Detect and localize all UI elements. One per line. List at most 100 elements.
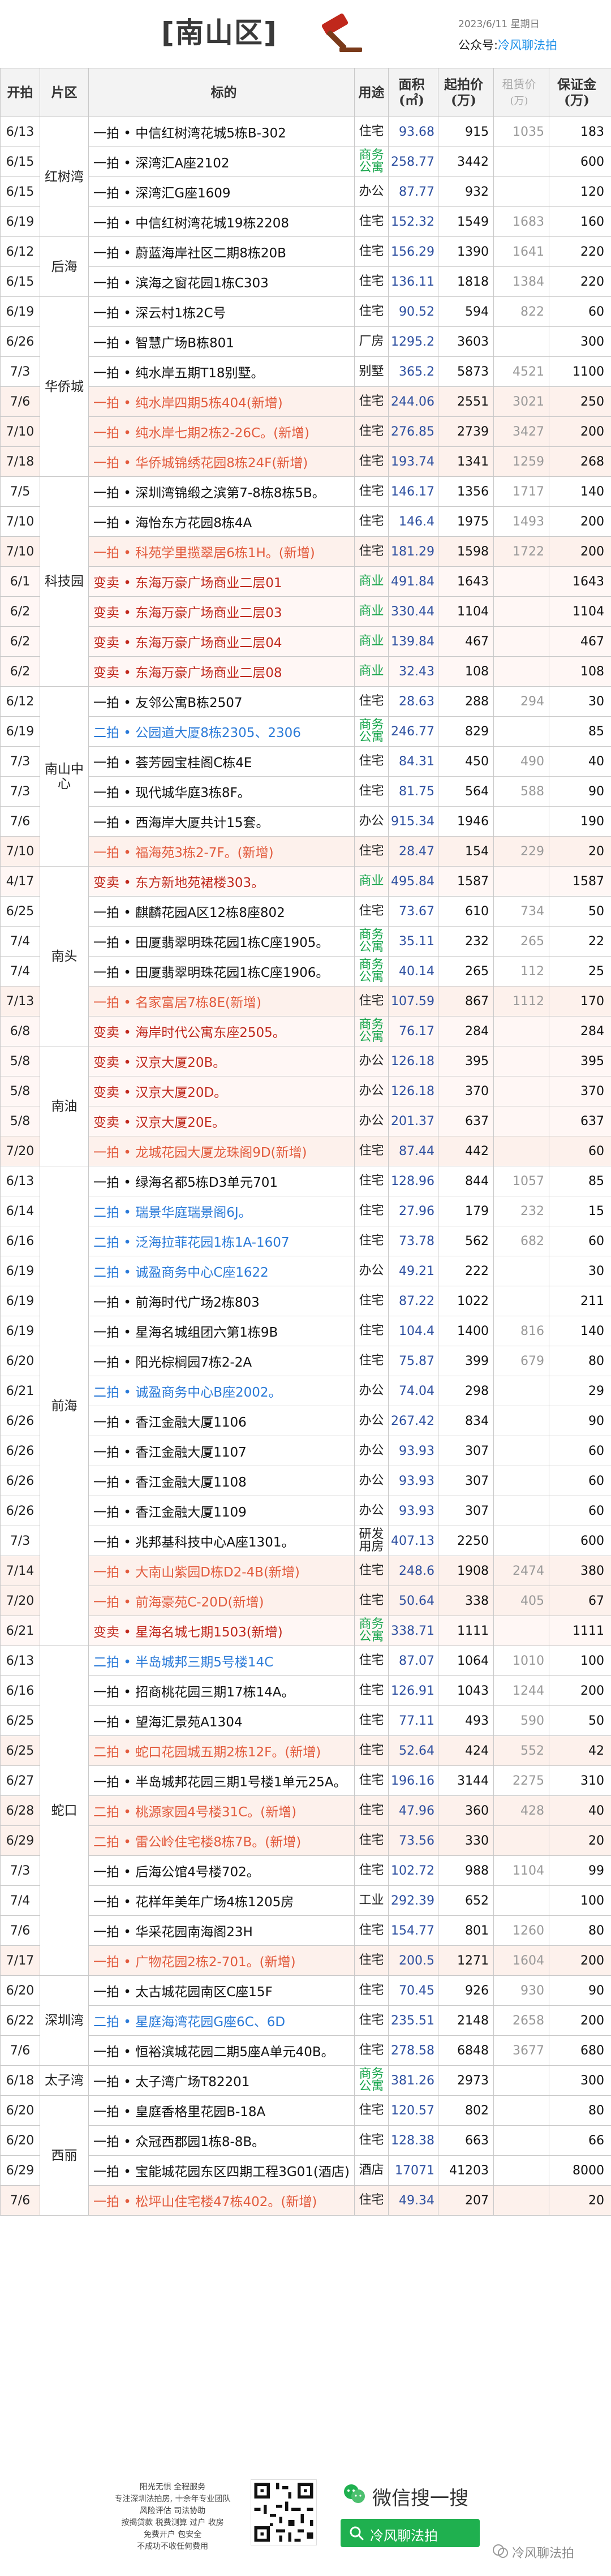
cell-sqm: 495.84 <box>388 866 438 897</box>
cell-deposit: 1100 <box>549 356 611 387</box>
cell-rent <box>493 2155 549 2186</box>
cell-use: 住宅 <box>354 2005 389 2036</box>
cell-use: 商务公寓 <box>354 716 389 747</box>
cell-rent <box>493 1526 549 1556</box>
cell-price: 467 <box>438 626 494 657</box>
cell-use: 住宅 <box>354 1226 389 1256</box>
cell-sqm: 181.29 <box>388 536 438 567</box>
cell-deposit: 190 <box>549 806 611 837</box>
cell-item: 一拍 • 后海公馆4号楼702。 <box>88 1855 355 1886</box>
cell-price: 2739 <box>438 416 494 447</box>
cell-sqm: 87.22 <box>388 1286 438 1316</box>
cell-date: 7/4 <box>0 926 40 957</box>
cell-sqm: 35.11 <box>388 926 438 957</box>
cell-price: 424 <box>438 1735 494 1766</box>
table-row: 7/10 一拍 • 纯水岸七期2栋2-26C。(新增) 住宅 276.85 2739 34… <box>0 416 611 447</box>
cell-item: 变卖 • 汉京大厦20E。 <box>88 1106 355 1136</box>
cell-use: 住宅 <box>354 1945 389 1976</box>
cell-sqm: 491.84 <box>388 566 438 597</box>
cell-deposit: 1643 <box>549 566 611 597</box>
cell-rent <box>493 2095 549 2126</box>
cell-use: 住宅 <box>354 986 389 1016</box>
cell-date: 6/26 <box>0 1436 40 1466</box>
cell-deposit: 90 <box>549 1975 611 2006</box>
cell-deposit: 60 <box>549 1466 611 1496</box>
cell-price: 988 <box>438 1855 494 1886</box>
cell-item: 一拍 • 兆邦基科技中心A座1301。 <box>88 1526 355 1556</box>
cell-use: 商业 <box>354 656 389 687</box>
cell-sqm: 246.77 <box>388 716 438 747</box>
cell-rent: 822 <box>493 296 549 327</box>
table-row: 6/21 变卖 • 星海名城七期1503(新增) 商务公寓 338.71 1111 111… <box>0 1616 611 1646</box>
cell-deposit: 220 <box>549 236 611 267</box>
cell-area: 科技园 <box>40 476 89 687</box>
cell-price: 1598 <box>438 536 494 567</box>
cell-sqm: 258.77 <box>388 147 438 177</box>
cell-deposit: 600 <box>549 1526 611 1556</box>
table-body: 6/13 红树湾 一拍 • 中信红树湾花城5栋B-302 住宅 93.68 915 1035… <box>0 117 611 2216</box>
table-row: 7/3 一拍 • 兆邦基科技中心A座1301。 研发用房 407.13 2250 600 <box>0 1526 611 1556</box>
cell-date: 5/8 <box>0 1106 40 1136</box>
cell-price: 2551 <box>438 386 494 417</box>
cell-rent: 232 <box>493 1196 549 1226</box>
cell-use: 住宅 <box>354 1346 389 1376</box>
cell-item: 一拍 • 花样年美年广场4栋1205房 <box>88 1885 355 1916</box>
cell-deposit: 268 <box>549 446 611 477</box>
table-row: 6/19 二拍 • 诚盈商务中心C座1622 办公 49.21 222 30 <box>0 1256 611 1286</box>
cell-deposit: 20 <box>549 2185 611 2216</box>
cell-rent: 1717 <box>493 476 549 507</box>
cell-deposit: 30 <box>549 1256 611 1286</box>
footer-tagline: 阳光无惧 全程服务 专注深圳法拍房, 十余年专业团队 风险评估 司法协助 按揭贷… <box>114 2483 231 2551</box>
cell-deposit: 50 <box>549 896 611 927</box>
account-label: 公众号: <box>458 38 498 52</box>
cell-price: 41203 <box>438 2155 494 2186</box>
cell-sqm: 201.37 <box>388 1106 438 1136</box>
cell-item: 变卖 • 东方新地苑裙楼303。 <box>88 866 355 897</box>
col-sqm: 面积(㎡) <box>388 68 438 117</box>
cell-deposit: 66 <box>549 2125 611 2156</box>
cell-item: 二拍 • 瑞景华庭瑞景阁6J。 <box>88 1196 355 1226</box>
cell-rent <box>493 1885 549 1916</box>
table-row: 6/19 二拍 • 公园道大厦8栋2305、2306 商务公寓 246.77 829 85 <box>0 716 611 747</box>
cell-date: 6/2 <box>0 656 40 687</box>
table-row: 7/14 一拍 • 大南山紫园D栋D2-4B(新增) 住宅 248.6 1908 2474… <box>0 1556 611 1586</box>
table-row: 6/19 一拍 • 前海时代广场2栋803 住宅 87.22 1022 211 <box>0 1286 611 1316</box>
cell-date: 6/12 <box>0 236 40 267</box>
cell-price: 915 <box>438 117 494 147</box>
cell-rent: 1035 <box>493 117 549 147</box>
cell-date: 6/21 <box>0 1616 40 1646</box>
cell-item: 一拍 • 中信红树湾花城19栋2208 <box>88 206 355 237</box>
cell-rent: 229 <box>493 836 549 867</box>
cell-item: 一拍 • 滨海之窗花园1栋C303 <box>88 266 355 297</box>
cell-deposit: 15 <box>549 1196 611 1226</box>
cell-price: 399 <box>438 1346 494 1376</box>
cell-use: 住宅 <box>354 1136 389 1166</box>
cell-sqm: 93.68 <box>388 117 438 147</box>
cell-rent: 588 <box>493 776 549 807</box>
cell-rent <box>493 1496 549 1526</box>
cell-price: 2973 <box>438 2065 494 2096</box>
cell-rent: 552 <box>493 1735 549 1766</box>
search-bar[interactable]: 冷风聊法拍 <box>341 2519 480 2547</box>
cell-date: 6/19 <box>0 206 40 237</box>
table-row: 6/15 一拍 • 深湾汇G座1609 办公 87.77 932 120 <box>0 176 611 207</box>
cell-date: 6/29 <box>0 1825 40 1856</box>
table-row: 6/2 变卖 • 东海万豪广场商业二层03 商业 330.44 1104 1104 <box>0 596 611 627</box>
table-row: 7/3 一拍 • 荟芳园宝桂阁C栋4E 住宅 84.31 450 490 40 <box>0 746 611 777</box>
cell-item: 一拍 • 蔚蓝海岸社区二期8栋20B <box>88 236 355 267</box>
cell-price: 370 <box>438 1076 494 1106</box>
cell-area: 红树湾 <box>40 117 89 237</box>
cell-price: 844 <box>438 1166 494 1196</box>
cell-rent: 112 <box>493 956 549 987</box>
cell-rent: 3427 <box>493 416 549 447</box>
cell-use: 住宅 <box>354 746 389 777</box>
cell-use: 住宅 <box>354 506 389 537</box>
cell-item: 变卖 • 东海万豪广场商业二层03 <box>88 596 355 627</box>
cell-item: 二拍 • 诚盈商务中心C座1622 <box>88 1256 355 1286</box>
cell-date: 7/10 <box>0 836 40 867</box>
cell-use: 商业 <box>354 866 389 897</box>
cell-item: 变卖 • 海岸时代公寓东座2505。 <box>88 1016 355 1046</box>
cell-area: 南头 <box>40 866 89 1046</box>
cell-sqm: 146.17 <box>388 476 438 507</box>
cell-price: 154 <box>438 836 494 867</box>
